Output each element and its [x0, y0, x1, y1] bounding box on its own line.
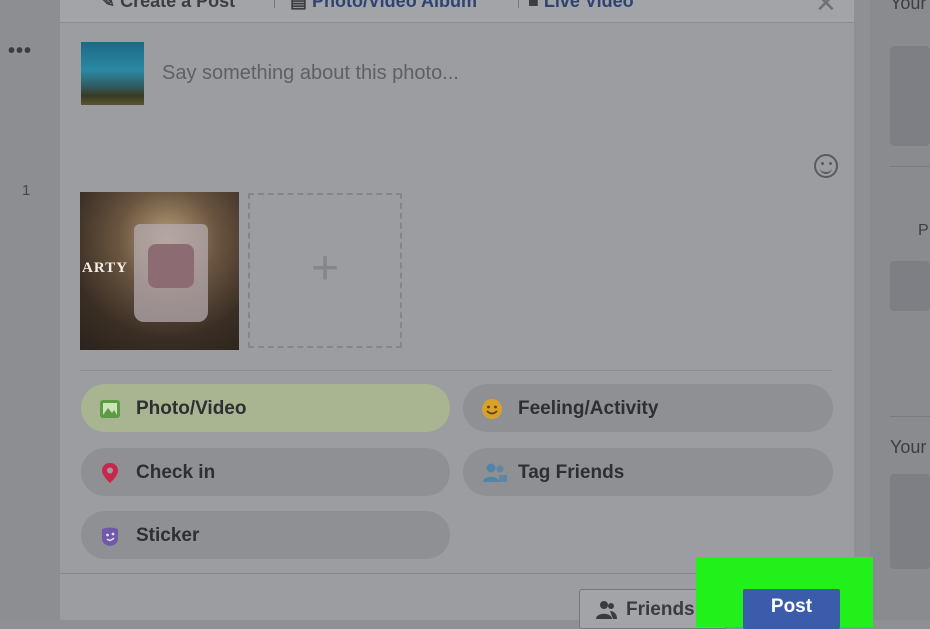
- left-background-panel: ••• 1: [0, 0, 60, 620]
- plus-icon: +: [310, 242, 340, 295]
- tab-photo-video-album[interactable]: ▤ Photo/Video Album: [290, 0, 477, 12]
- post-text-input[interactable]: Say something about this photo...: [162, 62, 459, 85]
- tab-live-video[interactable]: ■ Live Video: [528, 0, 634, 12]
- right-card-button: [890, 261, 930, 311]
- album-icon: ▤: [290, 0, 313, 11]
- tag-friends-icon: [483, 463, 507, 482]
- right-divider: [890, 166, 930, 167]
- tab-separator: [274, 0, 275, 8]
- right-background-panel: Your P Your: [870, 0, 930, 620]
- feeling-activity-button[interactable]: Feeling/Activity: [463, 384, 833, 432]
- add-photo-button[interactable]: +: [248, 193, 402, 348]
- pill-label: Tag Friends: [518, 462, 625, 483]
- check-in-button[interactable]: Check in: [81, 448, 450, 496]
- photo-overlay-text: ARTY: [82, 260, 128, 276]
- pill-label: Photo/Video: [136, 398, 247, 419]
- tab-separator: [518, 0, 519, 8]
- right-divider: [890, 416, 930, 417]
- smiley-icon: [482, 399, 502, 419]
- pill-label: Feeling/Activity: [518, 398, 659, 419]
- right-card-image-2: [890, 474, 930, 569]
- photo-icon: [100, 400, 120, 418]
- dialog-tab-bar: ✎ Create a Post ▤ Photo/Video Album ■ Li…: [60, 0, 854, 23]
- create-post-dialog: ✎ Create a Post ▤ Photo/Video Album ■ Li…: [60, 0, 854, 629]
- post-button-label: Post: [770, 596, 813, 617]
- sticker-button[interactable]: Sticker: [81, 511, 450, 559]
- candle-artwork: [148, 244, 194, 288]
- avatar: [81, 42, 144, 105]
- tag-friends-button[interactable]: Tag Friends: [463, 448, 833, 496]
- more-options-icon[interactable]: •••: [8, 40, 32, 63]
- edit-icon: ✎: [100, 0, 121, 11]
- pill-label: Sticker: [136, 525, 200, 546]
- left-number: 1: [22, 182, 31, 199]
- pill-label: Check in: [136, 462, 216, 483]
- divider: [80, 370, 833, 371]
- right-heading-bottom: Your: [890, 437, 927, 457]
- right-heading-top: Your: [890, 0, 927, 13]
- tab-create-post[interactable]: ✎ Create a Post: [100, 0, 235, 12]
- close-icon[interactable]: ✕: [815, 0, 837, 19]
- right-card-image: [890, 46, 930, 146]
- emoji-icon[interactable]: [814, 154, 838, 178]
- privacy-label: Friends: [626, 599, 695, 620]
- photo-video-button[interactable]: Photo/Video: [81, 384, 450, 432]
- friends-icon: [596, 601, 617, 619]
- sticker-icon: [102, 527, 118, 546]
- right-label: P: [918, 222, 929, 239]
- video-camera-icon: ■: [528, 0, 544, 11]
- location-pin-icon: [102, 463, 118, 483]
- candle-image: [134, 224, 208, 322]
- attached-photo[interactable]: ARTY: [80, 192, 239, 350]
- post-button[interactable]: Post: [743, 589, 840, 629]
